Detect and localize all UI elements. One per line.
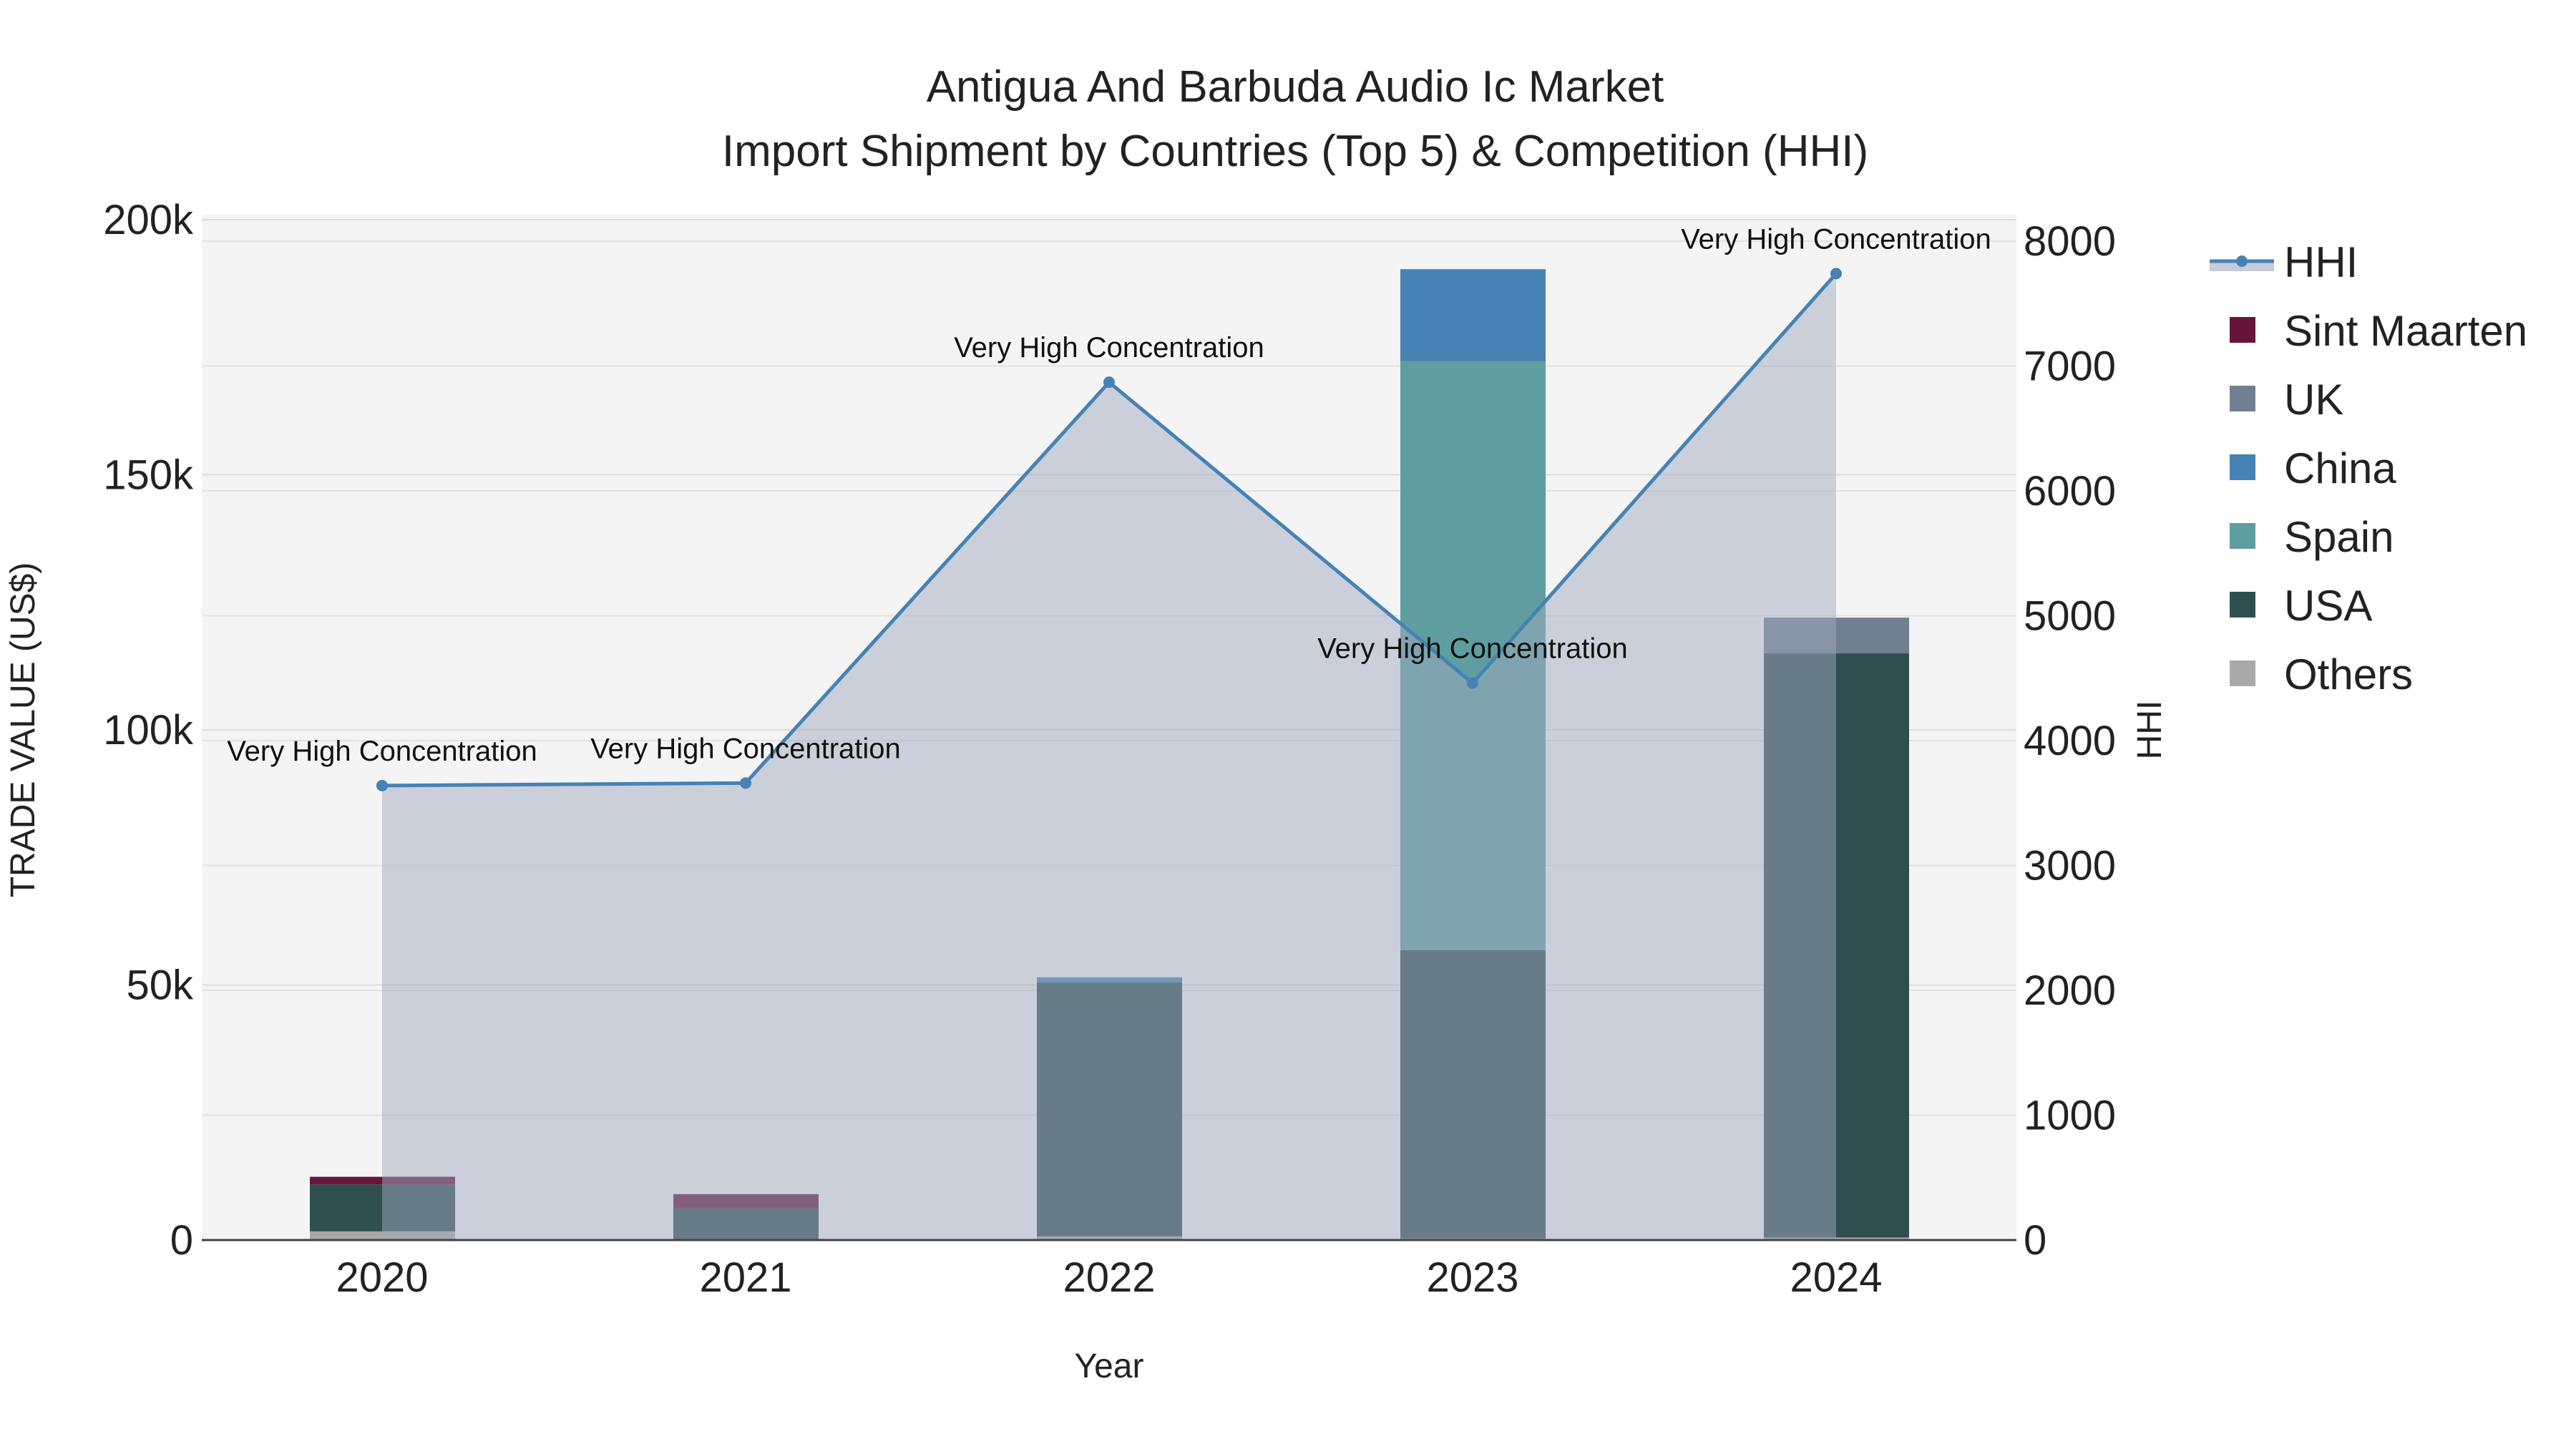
y-tick-label: 150k: [103, 452, 194, 499]
legend-swatch: [2230, 523, 2255, 549]
legend-swatch: [2230, 660, 2255, 686]
chart-title: Antigua And Barbuda Audio Ic Market: [927, 62, 1664, 112]
legend-label[interactable]: Others: [2284, 650, 2413, 698]
x-tick-label: 2023: [1426, 1254, 1518, 1301]
legend-label[interactable]: China: [2284, 444, 2396, 492]
x-axis-label: Year: [1075, 1347, 1144, 1385]
hhi-point[interactable]: [1467, 677, 1478, 689]
hhi-annotation: Very High Concentration: [1681, 223, 1991, 255]
chart: Antigua And Barbuda Audio Ic Market Impo…: [4, 62, 2527, 1385]
y-axis-label: TRADE VALUE (US$): [4, 562, 42, 898]
legend-swatch: [2230, 317, 2255, 343]
y2-tick-label: 5000: [2024, 593, 2116, 640]
hhi-annotation: Very High Concentration: [227, 736, 537, 767]
legend-label[interactable]: Spain: [2284, 513, 2394, 561]
x-tick-label: 2021: [699, 1254, 791, 1301]
legend-label[interactable]: Sint Maarten: [2284, 307, 2527, 355]
legend-swatch: [2230, 592, 2255, 618]
hhi-point[interactable]: [1103, 376, 1115, 389]
x-tick-label: 2024: [1790, 1254, 1882, 1301]
y-tick-label: 200k: [103, 197, 194, 243]
hhi-point[interactable]: [376, 779, 388, 791]
hhi-annotation: Very High Concentration: [1317, 633, 1628, 665]
y2-tick-label: 7000: [2024, 343, 2116, 390]
x-tick-label: 2020: [336, 1254, 428, 1301]
y2-tick-label: 8000: [2024, 218, 2116, 265]
legend-swatch: [2230, 386, 2255, 411]
y2-axis-label: HHI: [2131, 701, 2169, 760]
legend-marker-hhi: [2236, 255, 2248, 267]
hhi-point[interactable]: [1830, 268, 1842, 280]
legend-swatch: [2230, 454, 2255, 480]
x-tick-label: 2022: [1063, 1254, 1155, 1301]
y-tick-label: 50k: [126, 962, 194, 1009]
y-tick-label: 0: [170, 1217, 193, 1264]
chart-subtitle: Import Shipment by Countries (Top 5) & C…: [722, 127, 1868, 176]
legend-label[interactable]: UK: [2284, 376, 2343, 424]
hhi-annotation: Very High Concentration: [954, 332, 1264, 364]
y2-tick-label: 2000: [2024, 967, 2116, 1014]
legend-label[interactable]: HHI: [2284, 238, 2358, 286]
y-tick-label: 100k: [103, 707, 194, 753]
hhi-point[interactable]: [740, 777, 751, 789]
y2-tick-label: 4000: [2024, 718, 2116, 764]
legend-label[interactable]: USA: [2284, 582, 2372, 630]
y2-tick-label: 6000: [2024, 468, 2116, 514]
y2-tick-label: 1000: [2024, 1093, 2116, 1139]
bar-china[interactable]: [1400, 269, 1546, 361]
y2-tick-label: 0: [2024, 1217, 2046, 1264]
hhi-annotation: Very High Concentration: [590, 733, 901, 764]
y2-tick-label: 3000: [2024, 843, 2116, 889]
